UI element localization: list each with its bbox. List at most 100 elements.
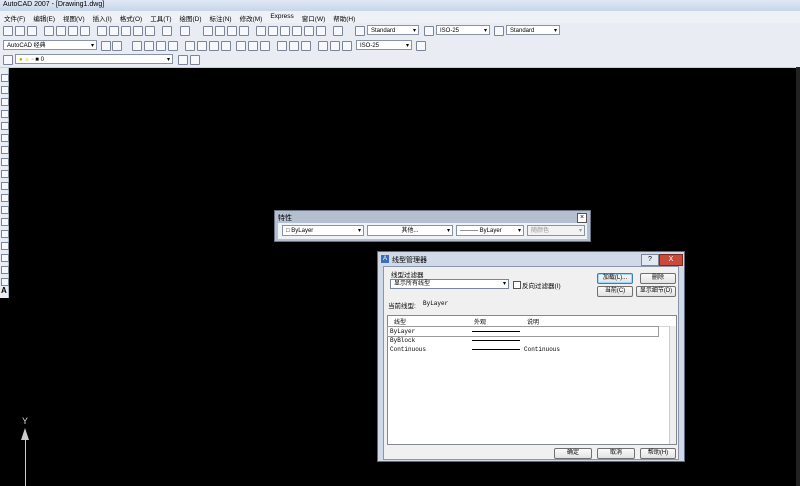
current-button[interactable]: 当前(C) (597, 286, 633, 297)
cut-icon[interactable] (97, 26, 107, 36)
arc-icon[interactable] (1, 134, 9, 142)
workspace-select[interactable]: AutoCAD 经典 ▾ (3, 40, 97, 50)
multiline-text-icon[interactable]: A (1, 286, 7, 295)
menu-item[interactable]: 绘图(D) (176, 13, 206, 23)
table-style-select[interactable]: Standard ▾ (506, 25, 560, 35)
linetype-select[interactable]: 其他... ▾ (367, 225, 453, 236)
dimension-style-icon[interactable] (416, 41, 426, 51)
properties-toolbar[interactable]: 特性 × □ ByLayer ▾ 其他... ▾ ——— ByLayer ▾ 随… (274, 210, 591, 242)
dim-style-select-2[interactable]: ISO-25 ▾ (356, 40, 412, 50)
quick-dim-icon[interactable] (236, 41, 246, 51)
design-center-icon[interactable] (268, 26, 278, 36)
paste-icon[interactable] (121, 26, 131, 36)
linetype-list[interactable]: 线型 外观 说明 ByLayer ByBlock Continuous Cont… (387, 315, 677, 445)
jogged-dim-icon[interactable] (197, 41, 207, 51)
insert-block-icon[interactable] (1, 206, 9, 214)
cancel-button[interactable]: 取消 (597, 448, 635, 459)
hatch-icon[interactable] (1, 242, 9, 250)
close-icon[interactable]: × (577, 213, 587, 223)
column-description[interactable]: 说明 (527, 317, 539, 326)
delete-button[interactable]: 删除 (640, 273, 676, 284)
rectangle-icon[interactable] (1, 122, 9, 130)
menu-item[interactable]: 文件(F) (0, 13, 29, 23)
menu-item[interactable]: 修改(M) (236, 13, 267, 23)
construction-line-icon[interactable] (1, 86, 9, 94)
new-icon[interactable] (3, 26, 13, 36)
ordinate-dim-icon[interactable] (168, 41, 178, 51)
save-icon[interactable] (27, 26, 37, 36)
tool-palettes-icon[interactable] (280, 26, 290, 36)
filter-select[interactable]: 显示所有线型 ▾ (390, 279, 509, 289)
print-icon[interactable] (44, 26, 54, 36)
show-details-button[interactable]: 显示细节(D) (636, 286, 676, 297)
point-icon[interactable] (1, 230, 9, 238)
dim-update-icon[interactable] (342, 41, 352, 51)
line-icon[interactable] (1, 74, 9, 82)
preview-icon[interactable] (56, 26, 66, 36)
match-properties-icon[interactable] (133, 26, 143, 36)
dim-text-edit-icon[interactable] (330, 41, 340, 51)
baseline-dim-icon[interactable] (248, 41, 258, 51)
publish-icon[interactable] (68, 26, 78, 36)
list-scrollbar[interactable] (669, 326, 676, 444)
table-row[interactable]: ByLayer (387, 326, 659, 337)
table-icon[interactable] (1, 278, 9, 286)
zoom-window-icon[interactable] (227, 26, 237, 36)
menu-item[interactable]: 插入(I) (89, 13, 116, 23)
revision-cloud-icon[interactable] (1, 158, 9, 166)
layer-select[interactable]: ● ☼ ▫ ■ 0 ▾ (15, 54, 173, 64)
color-select[interactable]: □ ByLayer ▾ (282, 225, 364, 236)
pan-icon[interactable] (203, 26, 213, 36)
column-linetype[interactable]: 线型 (394, 317, 406, 326)
zoom-previous-icon[interactable] (239, 26, 249, 36)
table-row[interactable]: ByBlock (388, 336, 658, 345)
continue-dim-icon[interactable] (260, 41, 270, 51)
arc-length-icon[interactable] (156, 41, 166, 51)
undo-icon[interactable] (162, 26, 172, 36)
dim-style-select[interactable]: ISO-25 ▾ (436, 25, 490, 35)
block-editor-icon[interactable] (145, 26, 155, 36)
menu-item[interactable]: 视图(V) (59, 13, 89, 23)
polygon-icon[interactable] (1, 110, 9, 118)
help-dialog-button[interactable]: 帮助(H) (640, 448, 676, 459)
polyline-icon[interactable] (1, 98, 9, 106)
close-button[interactable]: X (659, 254, 683, 266)
menu-item[interactable]: 格式(O) (116, 13, 146, 23)
dim-edit-icon[interactable] (318, 41, 328, 51)
open-icon[interactable] (15, 26, 25, 36)
angular-dim-icon[interactable] (221, 41, 231, 51)
column-appearance[interactable]: 外观 (474, 317, 486, 326)
markup-icon[interactable] (304, 26, 314, 36)
ellipse-arc-icon[interactable] (1, 194, 9, 202)
spline-icon[interactable] (1, 170, 9, 178)
ok-button[interactable]: 确定 (554, 448, 592, 459)
tolerance-icon[interactable] (289, 41, 299, 51)
menu-item[interactable]: 工具(T) (146, 13, 175, 23)
gradient-icon[interactable] (1, 254, 9, 262)
my-workspace-icon[interactable] (112, 41, 122, 51)
table-row[interactable]: Continuous Continuous (388, 345, 658, 354)
help-button[interactable]: ? (641, 254, 659, 266)
make-current-icon[interactable] (178, 55, 188, 65)
zoom-realtime-icon[interactable] (215, 26, 225, 36)
center-mark-icon[interactable] (301, 41, 311, 51)
plot-icon[interactable] (80, 26, 90, 36)
invert-filter-checkbox[interactable] (513, 281, 521, 289)
copy-icon[interactable] (109, 26, 119, 36)
aligned-dim-icon[interactable] (144, 41, 154, 51)
redo-icon[interactable] (180, 26, 190, 36)
region-icon[interactable] (1, 266, 9, 274)
help-icon[interactable] (333, 26, 343, 36)
linear-dim-icon[interactable] (132, 41, 142, 51)
sheet-set-icon[interactable] (292, 26, 302, 36)
radius-dim-icon[interactable] (185, 41, 195, 51)
text-style-select[interactable]: Standard ▾ (367, 25, 419, 35)
diameter-dim-icon[interactable] (209, 41, 219, 51)
layer-manager-icon[interactable] (3, 55, 13, 65)
leader-icon[interactable] (277, 41, 287, 51)
menu-item[interactable]: Express (266, 13, 297, 23)
menu-item[interactable]: 标注(N) (206, 13, 236, 23)
layer-previous-icon[interactable] (190, 55, 200, 65)
load-button[interactable]: 加载(L)... (597, 273, 633, 284)
properties-icon[interactable] (256, 26, 266, 36)
